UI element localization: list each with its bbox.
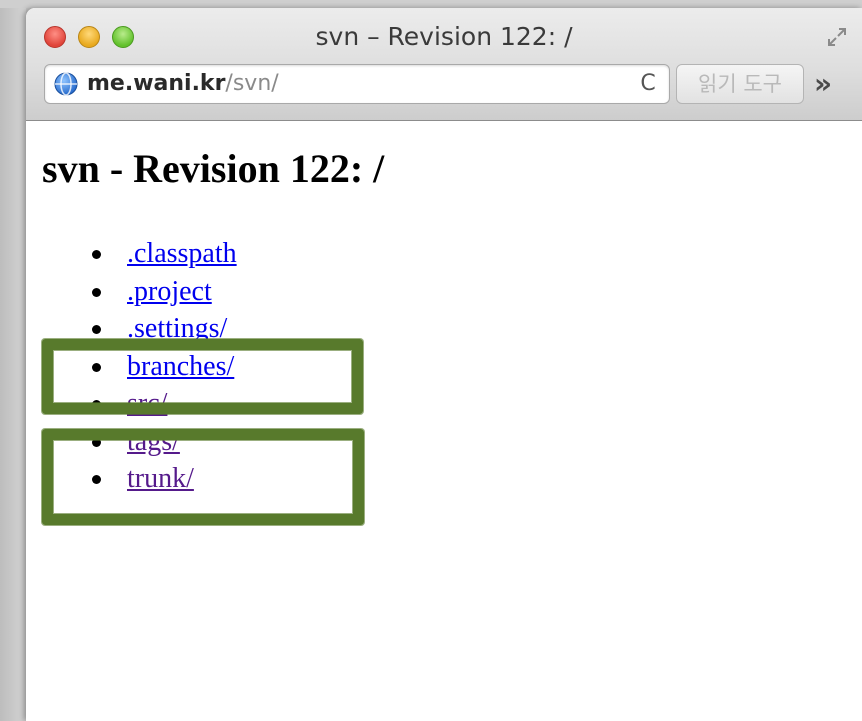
file-link[interactable]: .project [127,276,212,307]
fullscreen-icon[interactable] [826,26,848,48]
globe-icon [54,72,78,96]
desktop-background [0,0,26,721]
highlight-box-tags-trunk [42,429,364,525]
address-bar[interactable]: me.wani.kr/svn/ C [44,64,670,104]
url-host: me.wani.kr [87,71,226,96]
reload-icon[interactable]: C [636,71,660,97]
page-title: svn - Revision 122: / [42,146,385,191]
bullet-icon [92,325,101,334]
highlight-box-branches [42,339,363,414]
page-content: svn - Revision 122: / .classpath .projec… [26,121,862,721]
titlebar: svn – Revision 122: / me.wani.kr/svn/ C … [26,8,862,121]
file-link[interactable]: .classpath [127,238,237,269]
reader-button[interactable]: 읽기 도구 [676,64,804,104]
url-text[interactable]: me.wani.kr/svn/ [87,71,279,96]
chevron-double-right-icon[interactable]: » [814,68,850,100]
list-item: .project [92,273,237,311]
window-title: svn – Revision 122: / [315,22,573,51]
bullet-icon [92,250,101,259]
bullet-icon [92,287,101,297]
url-path: /svn/ [225,71,279,96]
list-item: .classpath [92,235,237,273]
desktop-background-top [0,0,862,8]
browser-window: svn – Revision 122: / me.wani.kr/svn/ C … [26,8,862,721]
